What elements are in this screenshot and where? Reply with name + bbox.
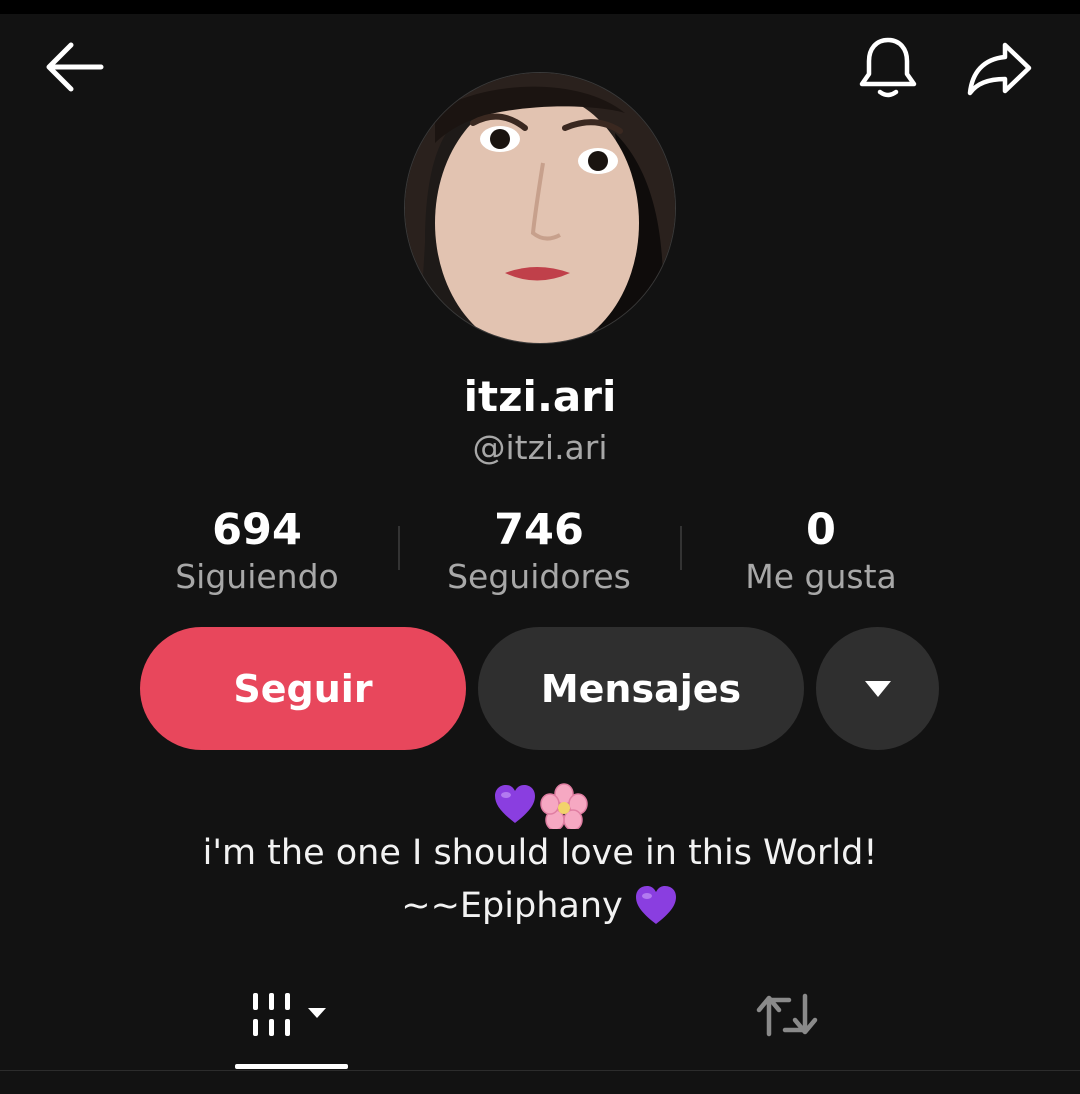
back-button[interactable] [38,36,108,98]
stat-label: Me gusta [745,557,897,596]
bio-emoji-line [0,783,1080,829]
stat-value: 746 [494,505,584,555]
purple-heart-emoji [635,886,676,924]
bio-signature-text: ~~Epiphany [401,886,623,926]
stat-following[interactable]: 694 Siguiendo [116,505,398,601]
messages-button[interactable]: Mensajes [478,627,804,750]
username-handle: @itzi.ari [472,428,608,467]
bio-signature-line: ~~Epiphany [0,884,1080,928]
repost-icon [756,993,817,1037]
selected-tab-indicator [235,1064,348,1069]
more-options-button[interactable] [816,627,939,750]
cherry-blossom-emoji [540,783,588,829]
arrow-left-icon [46,42,104,92]
stat-followers[interactable]: 746 Seguidores [398,505,680,601]
purple-heart-emoji [495,785,535,823]
stat-label: Siguiendo [175,557,339,596]
avatar[interactable] [405,73,675,343]
notifications-button[interactable] [854,34,922,102]
stat-value: 0 [806,505,836,555]
tab-bar-divider [0,1070,1080,1071]
profile-photo [405,73,675,343]
bio-text-line: i'm the one I should love in this World! [202,833,878,873]
status-bar-strip [0,0,1080,14]
videos-grid-icon [252,993,326,1036]
stat-label: Seguidores [447,557,631,596]
share-button[interactable] [964,36,1036,100]
display-name: itzi.ari [463,372,617,421]
stat-value: 694 [212,505,302,555]
tab-reposts[interactable] [730,980,843,1050]
caret-down-icon [864,680,891,697]
share-arrow-icon [967,42,1032,96]
tab-videos[interactable] [235,980,348,1050]
follow-button[interactable]: Seguir [140,627,466,750]
bell-icon [859,37,917,98]
stat-likes[interactable]: 0 Me gusta [680,505,962,601]
